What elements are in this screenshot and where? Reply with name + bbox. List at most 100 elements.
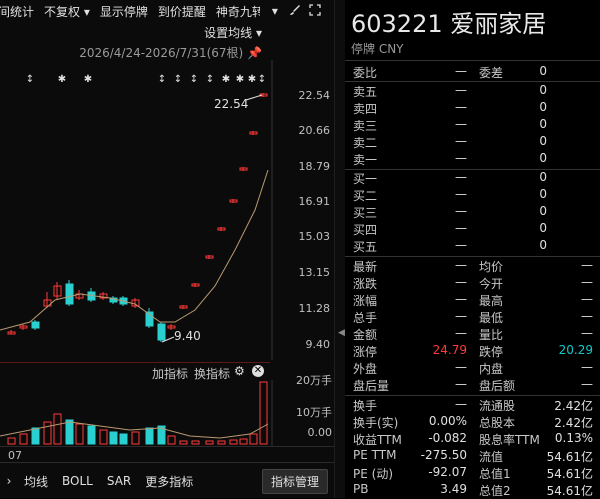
collapse-arrow-icon[interactable]: ◀ xyxy=(338,328,345,338)
label: 今开 xyxy=(479,277,504,291)
order-row-sell: 卖四 — 0 xyxy=(353,100,593,117)
volume: 0 xyxy=(539,221,547,235)
y-tick-label: 18.79 xyxy=(299,160,331,173)
price: — xyxy=(455,170,467,184)
volume: 0 xyxy=(539,134,547,148)
value: 20.29 xyxy=(558,343,593,357)
tab-boll[interactable]: BOLL xyxy=(62,474,93,488)
value: — xyxy=(581,258,593,272)
value: — xyxy=(455,309,467,323)
stat-row: PB 3.49 总值2 54.61亿 xyxy=(353,482,593,499)
toolbar-price-alert[interactable]: 到价提醒 xyxy=(158,3,206,20)
candle-body xyxy=(157,323,166,341)
value: — xyxy=(455,360,467,374)
tab-sar[interactable]: SAR xyxy=(107,474,131,488)
order-row-buy: 买一 — 0 xyxy=(353,170,593,187)
volume-bar xyxy=(167,435,176,445)
set-ma-dropdown[interactable]: 设置均线 ▾ xyxy=(204,24,262,41)
quote-row-weibi: 委比 — 委差 0 xyxy=(353,64,593,81)
stat-row: 换手 — 流通股 2.42亿 xyxy=(353,397,593,414)
price: — xyxy=(455,83,467,97)
label: 卖三 xyxy=(353,119,378,133)
expand-icon[interactable] xyxy=(308,3,322,19)
order-row-buy: 买五 — 0 xyxy=(353,238,593,255)
volume-tick: 10万手 xyxy=(296,406,332,419)
chevron-down-icon[interactable]: ▾ xyxy=(268,4,282,18)
value: -275.50 xyxy=(420,448,467,462)
y-tick-label: 11.28 xyxy=(299,302,331,315)
volume: 0 xyxy=(539,83,547,97)
label: PE (动) xyxy=(353,467,393,481)
marker: ↕ xyxy=(26,74,34,85)
volume-bar xyxy=(119,433,128,445)
marker: ↕ xyxy=(174,74,182,85)
volume-bar xyxy=(229,439,238,445)
tab-ma[interactable]: 均线 xyxy=(24,473,48,490)
order-row-sell: 卖五 — 0 xyxy=(353,83,593,100)
order-row-buy: 买四 — 0 xyxy=(353,221,593,238)
brush-icon[interactable] xyxy=(288,4,302,19)
value: 54.61亿 xyxy=(546,484,593,498)
gear-icon[interactable]: ⚙ xyxy=(234,364,245,378)
value: 0.13% xyxy=(554,431,593,445)
label: 换手(实) xyxy=(353,416,399,430)
marker: ✱ xyxy=(222,74,230,85)
toolbar-adjust-dropdown[interactable]: 不复权 ▾ xyxy=(44,3,90,20)
divider xyxy=(345,395,600,396)
stock-status: 停牌 CNY xyxy=(351,42,404,56)
value: -92.07 xyxy=(428,465,467,479)
stat-row: 涨停 24.79 跌停 20.29 xyxy=(353,343,593,360)
y-tick-label: 15.03 xyxy=(299,230,331,243)
toolbar-magic-nine[interactable]: 神奇九转 xyxy=(216,3,260,20)
volume-bar xyxy=(99,429,108,445)
volume-bar xyxy=(239,438,248,445)
price: — xyxy=(455,134,467,148)
volume-bar xyxy=(191,440,200,445)
volume-bar xyxy=(53,413,62,445)
label: 委比 xyxy=(353,66,378,80)
value: 2.42亿 xyxy=(554,399,593,413)
value: — xyxy=(581,309,593,323)
label: 总股本 xyxy=(479,416,516,430)
kline-panel: 间统计 不复权 ▾ 显示停牌 到价提醒 神奇九转 ▾ 设置均线 ▾ 2026/4… xyxy=(0,0,334,498)
stat-row: 涨幅 — 最高 — xyxy=(353,292,593,309)
value: 54.61亿 xyxy=(546,467,593,481)
candle-body xyxy=(65,283,74,305)
order-row-sell: 卖一 — 0 xyxy=(353,151,593,168)
pin-icon[interactable]: 📌 xyxy=(247,46,262,60)
tab-more-indicators[interactable]: 更多指标 xyxy=(145,473,193,490)
toolbar-stats[interactable]: 间统计 xyxy=(0,3,34,20)
value: — xyxy=(581,292,593,306)
volume-bar xyxy=(217,440,226,445)
divider xyxy=(345,256,600,257)
value: 2.42亿 xyxy=(554,416,593,430)
volume: 0 xyxy=(539,100,547,114)
date-range-text: 2026/4/24-2026/7/31(67根) xyxy=(79,46,244,60)
indicator-tabs: › 均线 BOLL SAR 更多指标 指标管理 xyxy=(0,462,334,499)
marker: ✱ xyxy=(248,74,256,85)
label: 卖五 xyxy=(353,85,378,99)
price: — xyxy=(455,221,467,235)
volume-bar xyxy=(19,433,28,445)
stock-title: 603221 爱丽家居 xyxy=(351,10,547,38)
stat-row: 总手 — 最低 — xyxy=(353,309,593,326)
toolbar-show-suspended[interactable]: 显示停牌 xyxy=(100,3,148,20)
label: 内盘 xyxy=(479,362,504,376)
label: 买一 xyxy=(353,172,378,186)
indicator-manage-button[interactable]: 指标管理 xyxy=(261,468,328,494)
label: 买二 xyxy=(353,189,378,203)
y-tick-label: 20.66 xyxy=(299,124,331,137)
order-row-sell: 卖三 — 0 xyxy=(353,117,593,134)
kline-chart[interactable]: 22.54 20.66 18.79 16.91 15.03 13.15 11.28 9.40 ↕… xyxy=(0,60,334,360)
stat-row: 金额 — 量比 — xyxy=(353,326,593,343)
stat-row: PE (动) -92.07 总值1 54.61亿 xyxy=(353,465,593,482)
price: — xyxy=(455,187,467,201)
value: 54.61亿 xyxy=(546,450,593,464)
panel-scrollbar[interactable]: ◀ xyxy=(335,0,345,498)
chevron-right-icon[interactable]: › xyxy=(2,474,16,488)
value: 24.79 xyxy=(432,343,467,357)
value: — xyxy=(455,258,467,272)
close-icon[interactable]: ✕ xyxy=(252,365,264,377)
value: — xyxy=(455,326,467,340)
value: — xyxy=(455,64,467,78)
